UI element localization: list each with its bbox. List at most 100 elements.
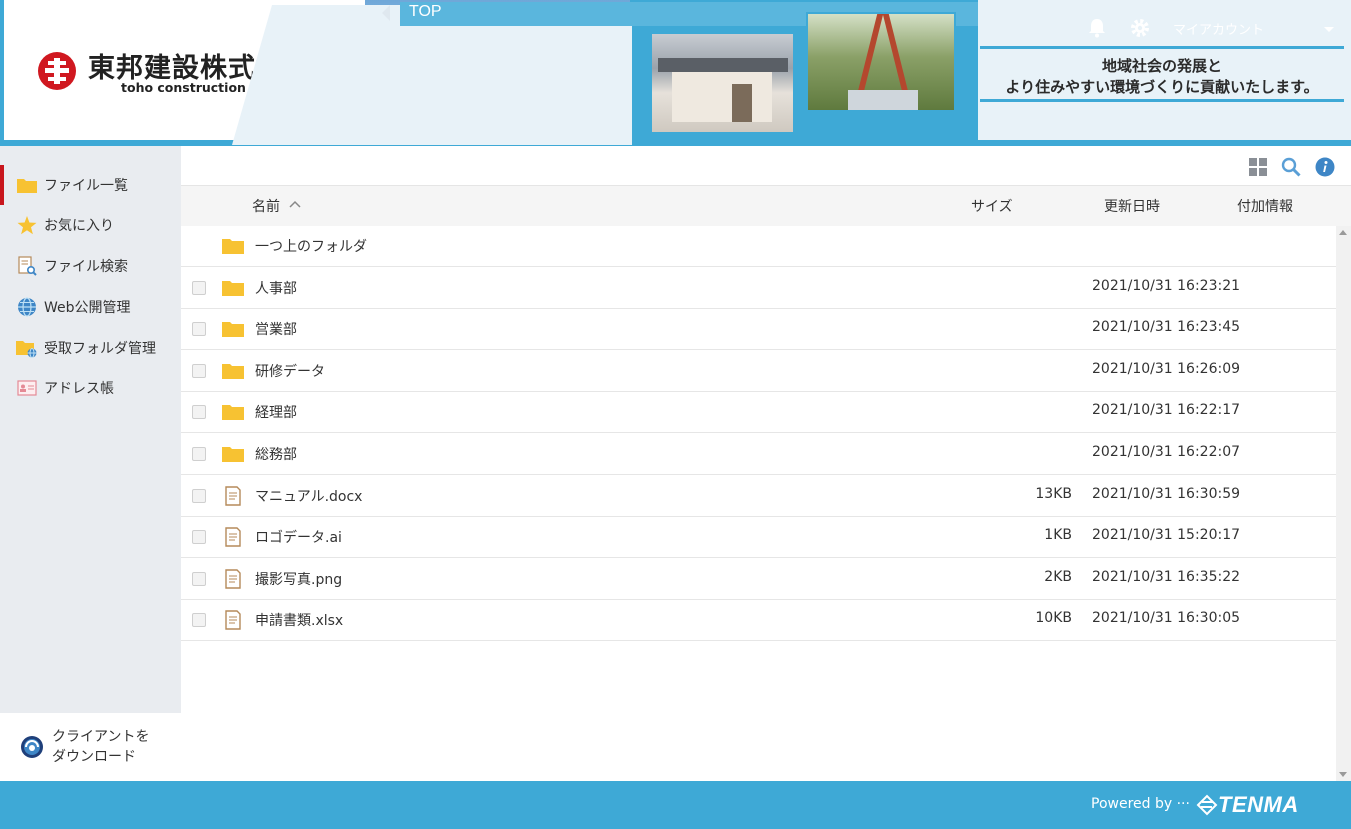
row-updated: 2021/10/31 16:35:22 <box>1092 568 1241 585</box>
file-document-icon <box>225 485 241 506</box>
file-row[interactable]: 申請書類.xlsx 10KB 2021/10/31 16:30:05 <box>181 600 1336 642</box>
grid-view-icon[interactable] <box>1248 157 1268 177</box>
slogan-divider-top <box>980 46 1344 49</box>
file-row[interactable]: ロゴデータ.ai 1KB 2021/10/31 15:20:17 <box>181 517 1336 559</box>
folder-icon <box>222 239 244 254</box>
tenma-logo-icon <box>1196 794 1218 816</box>
folder-globe-icon <box>16 338 38 358</box>
client-app-icon <box>21 736 43 758</box>
sort-ascending-icon[interactable] <box>289 200 301 208</box>
row-checkbox[interactable] <box>192 280 206 295</box>
folder-row[interactable]: 人事部 2021/10/31 16:23:21 <box>181 268 1336 309</box>
file-document-icon <box>225 527 241 547</box>
file-search-icon <box>16 256 38 276</box>
star-icon <box>16 215 38 235</box>
sidebar-item-label: ファイル検索 <box>44 259 128 275</box>
slogan-divider-bottom <box>980 99 1344 102</box>
gear-icon[interactable] <box>1130 18 1150 38</box>
file-list-scrollbar[interactable] <box>1336 226 1351 781</box>
folder-row[interactable]: 総務部 2021/10/31 16:22:07 <box>181 434 1336 475</box>
nav-prev-arrow-icon[interactable] <box>382 5 390 21</box>
column-size-header[interactable]: サイズ <box>971 196 1013 216</box>
folder-icon <box>222 447 244 462</box>
row-checkbox[interactable] <box>192 447 206 461</box>
address-card-icon <box>16 378 38 398</box>
row-name[interactable]: 申請書類.xlsx <box>255 610 343 630</box>
row-name[interactable]: 研修データ <box>255 361 325 381</box>
row-size: 2KB <box>1044 568 1072 585</box>
row-checkbox[interactable] <box>192 488 206 503</box>
sidebar-item-web-publish[interactable]: Web公開管理 <box>0 287 181 327</box>
folder-row[interactable]: 経理部 2021/10/31 16:22:17 <box>181 392 1336 434</box>
slogan-line-2: より住みやすい環境づくりに貢献いたします。 <box>1005 78 1319 96</box>
row-updated: 2021/10/31 16:22:17 <box>1092 402 1241 419</box>
file-toolbar <box>181 146 1351 186</box>
row-updated: 2021/10/31 16:26:09 <box>1092 360 1241 377</box>
file-row[interactable]: 撮影写真.png 2KB 2021/10/31 16:35:22 <box>181 559 1336 600</box>
row-name[interactable]: マニュアル.docx <box>255 486 362 506</box>
row-name[interactable]: 人事部 <box>255 278 297 298</box>
row-updated: 2021/10/31 16:23:21 <box>1092 277 1241 294</box>
bell-icon[interactable] <box>1088 18 1106 38</box>
sidebar: ファイル一覧 お気に入り ファイル検索 Web公開管理 受取フォルダ管理 アドレ… <box>0 146 181 781</box>
column-updated-header[interactable]: 更新日時 <box>1104 196 1160 216</box>
folder-row[interactable]: 営業部 2021/10/31 16:23:45 <box>181 309 1336 351</box>
globe-icon <box>16 297 38 317</box>
folder-icon <box>222 280 244 296</box>
client-download-button[interactable]: クライアントを ダウンロード <box>0 713 181 781</box>
row-checkbox[interactable] <box>192 613 206 628</box>
sidebar-item-address-book[interactable]: アドレス帳 <box>0 368 181 408</box>
parent-folder-label: 一つ上のフォルダ <box>255 239 367 255</box>
row-name[interactable]: 経理部 <box>255 402 297 422</box>
sidebar-item-receive-folder[interactable]: 受取フォルダ管理 <box>0 328 181 368</box>
row-updated: 2021/10/31 15:20:17 <box>1092 527 1241 544</box>
folder-icon <box>16 175 38 195</box>
row-checkbox[interactable] <box>192 363 206 378</box>
header-banner: 東邦建設株式會社 toho construction Co., Ltd. TOP… <box>0 0 1351 146</box>
row-updated: 2021/10/31 16:22:07 <box>1092 444 1241 460</box>
parent-folder-row[interactable]: 一つ上のフォルダ <box>181 226 1336 267</box>
scroll-up-icon[interactable] <box>1339 230 1347 235</box>
folder-icon <box>222 363 244 379</box>
sidebar-item-label: ファイル一覧 <box>44 178 128 194</box>
row-name[interactable]: 営業部 <box>255 319 297 339</box>
sidebar-item-favorites[interactable]: お気に入り <box>0 205 181 245</box>
file-table-header: 名前 サイズ 更新日時 付加情報 <box>181 186 1351 226</box>
chevron-down-icon[interactable] <box>1324 27 1334 32</box>
row-name[interactable]: 総務部 <box>255 444 297 464</box>
sidebar-item-label: お気に入り <box>44 218 114 234</box>
row-size: 1KB <box>1044 527 1072 544</box>
row-checkbox[interactable] <box>192 322 206 337</box>
row-checkbox[interactable] <box>192 530 206 545</box>
bridge-photo <box>806 12 956 112</box>
search-icon[interactable] <box>1281 157 1301 177</box>
sidebar-item-file-list[interactable]: ファイル一覧 <box>0 165 181 205</box>
info-icon[interactable] <box>1315 157 1335 177</box>
client-download-line-2: ダウンロード <box>52 749 136 765</box>
slogan-line-1: 地域社会の発展と <box>1101 57 1222 75</box>
nav-top-link[interactable]: TOP <box>409 3 442 21</box>
sidebar-item-label: Web公開管理 <box>44 300 131 316</box>
file-document-icon <box>225 569 241 589</box>
column-name-header[interactable]: 名前 <box>252 196 280 216</box>
column-extra-header[interactable]: 付加情報 <box>1237 196 1293 216</box>
file-row[interactable]: マニュアル.docx 13KB 2021/10/31 16:30:59 <box>181 476 1336 517</box>
row-checkbox[interactable] <box>192 571 206 586</box>
row-updated: 2021/10/31 16:30:59 <box>1092 485 1241 502</box>
my-account-menu[interactable]: マイアカウント <box>1173 19 1264 38</box>
tenma-brand[interactable]: TENMA <box>1218 792 1299 818</box>
powered-by-text: Powered by ··· <box>1091 796 1190 812</box>
sidebar-item-label: アドレス帳 <box>44 381 114 397</box>
client-download-line-1: クライアントを <box>52 729 150 745</box>
scroll-down-icon[interactable] <box>1339 772 1347 777</box>
row-name[interactable]: 撮影写真.png <box>255 569 342 589</box>
row-name[interactable]: ロゴデータ.ai <box>255 527 342 547</box>
sidebar-item-file-search[interactable]: ファイル検索 <box>0 246 181 286</box>
folder-icon <box>222 322 244 338</box>
sidebar-item-label: 受取フォルダ管理 <box>44 341 156 357</box>
folder-row[interactable]: 研修データ 2021/10/31 16:26:09 <box>181 351 1336 392</box>
footer: Powered by ··· TENMA <box>0 781 1351 829</box>
building-photo <box>650 32 795 134</box>
row-size: 13KB <box>1035 485 1072 502</box>
row-checkbox[interactable] <box>192 405 206 420</box>
